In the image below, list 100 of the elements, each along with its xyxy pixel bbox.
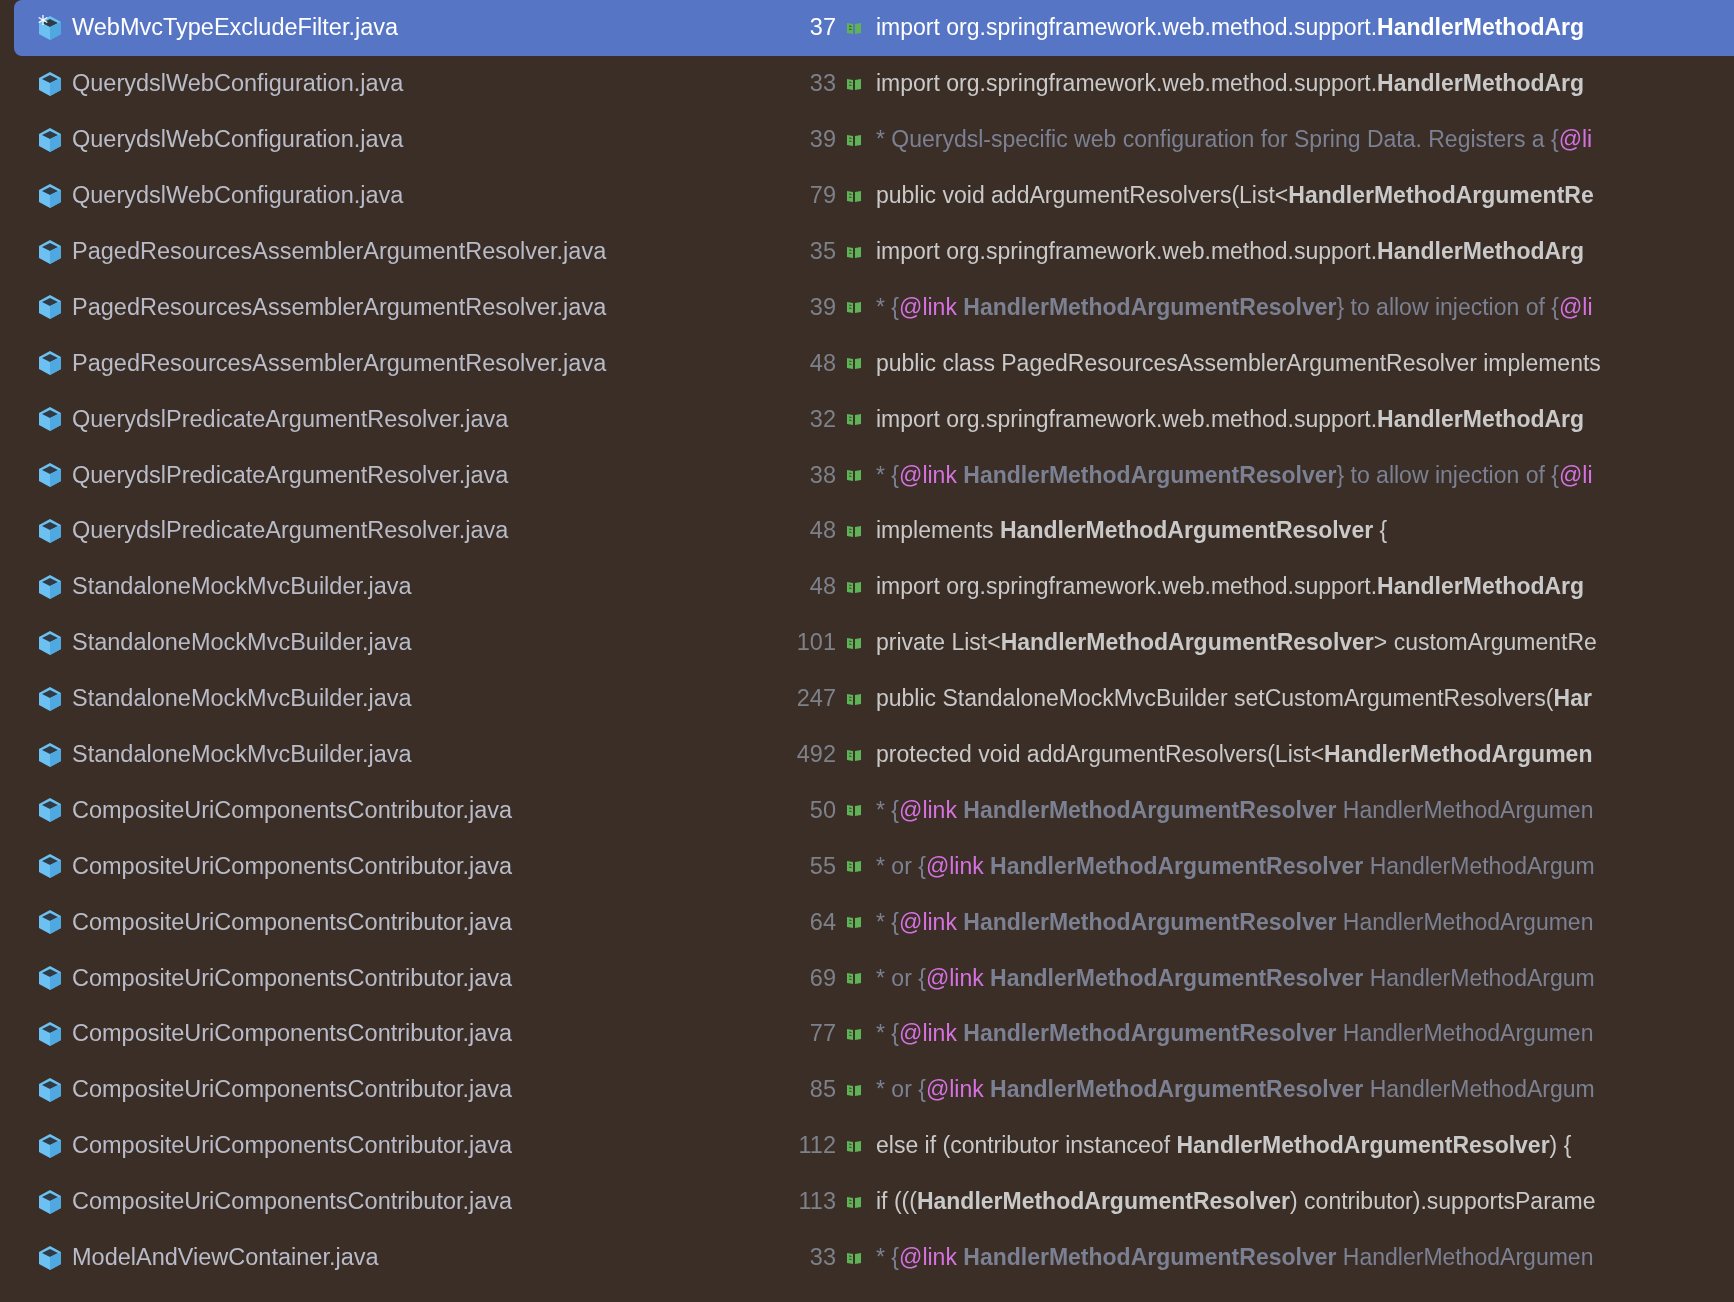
book-icon	[846, 691, 862, 706]
line-number: 101	[796, 629, 836, 657]
book-icon	[846, 356, 862, 371]
file-name: StandaloneMockMvcBuilder.java	[72, 685, 413, 713]
file-name: CompositeUriComponentsContributor.java	[72, 1132, 514, 1160]
code-line: private List<HandlerMethodArgumentResolver> customArgumentRe	[876, 629, 1597, 657]
code-line: import org.springframework.web.method.support.HandlerMethodArg	[876, 14, 1585, 42]
file-name: QuerydslWebConfiguration.java	[72, 182, 405, 210]
file-name: StandaloneMockMvcBuilder.java	[72, 741, 413, 768]
code-line: if (((HandlerMethodArgumentResolver) contributor).supportsParame	[876, 1188, 1596, 1216]
code-line: * or {@link HandlerMethodArgumentResolver HandlerMethodArgum	[876, 964, 1595, 992]
line-number: 48	[809, 349, 836, 377]
search-result-row[interactable]: CompositeUriComponentsContributor.java 69 * or {@link HandlerMethodArgumentResolver HandlerMethodArgum	[14, 950, 1734, 1007]
file-name: PagedResourcesAssemblerArgumentResolver.java	[72, 238, 608, 265]
line-number: 39	[809, 293, 836, 321]
line-number: 64	[809, 908, 836, 936]
code-line: * Querydsl-specific web configuration for Spring Data. Registers a {@li	[876, 126, 1593, 154]
line-number: 247	[796, 685, 836, 713]
search-result-row[interactable]: CompositeUriComponentsContributor.java 64 * {@link HandlerMethodArgumentResolver HandlerMethodArgumen	[14, 894, 1734, 951]
file-name: CompositeUriComponentsContributor.java	[72, 852, 514, 880]
line-number: 79	[809, 182, 836, 210]
line-number: 55	[809, 852, 836, 880]
code-line: * {@link HandlerMethodArgumentResolver} to allow injection of {@li	[876, 461, 1593, 489]
search-result-row[interactable]: ModelAndViewContainer.java 33 * {@link HandlerMethodArgumentResolver HandlerMethodArgumen	[14, 1229, 1734, 1286]
line-number: 32	[809, 405, 836, 433]
book-icon	[846, 1194, 862, 1209]
file-name: QuerydslPredicateArgumentResolver.java	[72, 517, 510, 545]
line-number: 69	[809, 964, 836, 992]
search-result-row[interactable]: CompositeUriComponentsContributor.java 77 * {@link HandlerMethodArgumentResolver HandlerMethodArgumen	[14, 1006, 1734, 1062]
line-number: 85	[809, 1076, 836, 1104]
search-result-row[interactable]: PagedResourcesAssemblerArgumentResolver.java 48 public class PagedResourcesAssemblerArgumentResolver implements	[14, 335, 1734, 392]
code-line: protected void addArgumentResolvers(List<HandlerMethodArgumen	[876, 741, 1593, 768]
code-line: implements HandlerMethodArgumentResolver {	[876, 517, 1388, 545]
code-line: import org.springframework.web.method.support.HandlerMethodArg	[876, 405, 1585, 433]
line-number: 48	[809, 573, 836, 601]
search-result-row[interactable]: CompositeUriComponentsContributor.java 85 * or {@link HandlerMethodArgumentResolver HandlerMethodArgum	[14, 1061, 1734, 1118]
search-result-row[interactable]: CompositeUriComponentsContributor.java 113 if (((HandlerMethodArgumentResolver) contributor).supportsParame	[14, 1173, 1734, 1230]
file-name: StandaloneMockMvcBuilder.java	[72, 629, 413, 657]
book-icon	[846, 20, 862, 35]
book-icon	[846, 412, 862, 427]
book-icon	[846, 244, 862, 259]
code-line: import org.springframework.web.method.support.HandlerMethodArg	[876, 70, 1585, 98]
search-result-row[interactable]: PagedResourcesAssemblerArgumentResolver.java 39 * {@link HandlerMethodArgumentResolver} to allow injection of {@li	[14, 279, 1734, 336]
search-result-row[interactable]: StandaloneMockMvcBuilder.java 48 import org.springframework.web.method.support.HandlerMethodArg	[14, 558, 1734, 615]
code-line: * or {@link HandlerMethodArgumentResolver HandlerMethodArgum	[876, 852, 1595, 880]
code-line: public void addArgumentResolvers(List<HandlerMethodArgumentRe	[876, 182, 1594, 210]
code-line: * or {@link HandlerMethodArgumentResolver HandlerMethodArgum	[876, 1076, 1595, 1104]
line-number: 492	[796, 741, 836, 768]
code-line: * {@link HandlerMethodArgumentResolver HandlerMethodArgumen	[876, 1020, 1594, 1048]
code-line: * {@link HandlerMethodArgumentResolver} to allow injection of {@li	[876, 293, 1593, 321]
line-number: 113	[798, 1188, 836, 1216]
search-result-row[interactable]: StandaloneMockMvcBuilder.java 492 protected void addArgumentResolvers(List<HandlerMethodArgumen	[14, 726, 1734, 783]
search-result-row[interactable]: CompositeUriComponentsContributor.java 55 * or {@link HandlerMethodArgumentResolver HandlerMethodArgum	[14, 838, 1734, 895]
file-name: QuerydslPredicateArgumentResolver.java	[72, 461, 510, 489]
code-line: * {@link HandlerMethodArgumentResolver HandlerMethodArgumen	[876, 908, 1594, 936]
search-result-row[interactable]: PagedResourcesAssemblerArgumentResolver.java 35 import org.springframework.web.method.support.HandlerMethodArg	[14, 223, 1734, 280]
book-icon	[846, 1082, 862, 1097]
file-name: StandaloneMockMvcBuilder.java	[72, 573, 413, 601]
book-icon	[846, 803, 862, 818]
file-name: ModelAndViewContainer.java	[72, 1244, 380, 1272]
code-line: else if (contributor instanceof HandlerMethodArgumentResolver) {	[876, 1132, 1572, 1160]
search-result-row[interactable]: QuerydslPredicateArgumentResolver.java 38 * {@link HandlerMethodArgumentResolver} to allow injection of {@li	[14, 447, 1734, 503]
file-name: CompositeUriComponentsContributor.java	[72, 908, 514, 936]
search-result-row[interactable]: QuerydslWebConfiguration.java 33 import org.springframework.web.method.support.HandlerMethodArg	[14, 55, 1734, 112]
search-result-row[interactable]: QuerydslPredicateArgumentResolver.java 32 import org.springframework.web.method.support.HandlerMethodArg	[14, 391, 1734, 448]
book-icon	[846, 635, 862, 650]
line-number: 50	[809, 796, 836, 824]
line-number: 37	[809, 14, 836, 42]
book-icon	[846, 1138, 862, 1153]
line-number: 33	[809, 70, 836, 98]
search-result-row[interactable]: QuerydslWebConfiguration.java 39 * Querydsl-specific web configuration for Spring Data. Registers a {@li	[14, 111, 1734, 168]
line-number: 77	[809, 1020, 836, 1048]
book-icon	[846, 300, 862, 315]
book-icon	[846, 859, 862, 874]
code-line: import org.springframework.web.method.support.HandlerMethodArg	[876, 573, 1585, 601]
search-result-row[interactable]: QuerydslPredicateArgumentResolver.java 48 implements HandlerMethodArgumentResolver {	[14, 503, 1734, 559]
search-result-row[interactable]: CompositeUriComponentsContributor.java 112 else if (contributor instanceof HandlerMethodArgumentResolver) {	[14, 1117, 1734, 1174]
book-icon	[846, 468, 862, 483]
file-name: CompositeUriComponentsContributor.java	[72, 1076, 514, 1104]
code-line: * {@link HandlerMethodArgumentResolver HandlerMethodArgumen	[876, 1244, 1594, 1272]
line-number: 35	[809, 238, 836, 265]
file-name: CompositeUriComponentsContributor.java	[72, 964, 514, 992]
book-icon	[846, 915, 862, 930]
book-icon	[846, 579, 862, 594]
book-icon	[846, 132, 862, 147]
line-number: 48	[809, 517, 836, 545]
search-result-row[interactable]: WebMvcTypeExcludeFilter.java 37 import org.springframework.web.method.support.HandlerMethodArg	[14, 0, 1734, 56]
search-result-row[interactable]: StandaloneMockMvcBuilder.java 101 private List<HandlerMethodArgumentResolver> customArgumentRe	[14, 614, 1734, 671]
line-number: 33	[809, 1244, 836, 1272]
book-icon	[846, 971, 862, 986]
search-result-row[interactable]: QuerydslWebConfiguration.java 79 public void addArgumentResolvers(List<HandlerMethodArgumentRe	[14, 167, 1734, 224]
search-result-row[interactable]: CompositeUriComponentsContributor.java 50 * {@link HandlerMethodArgumentResolver HandlerMethodArgumen	[14, 782, 1734, 839]
line-number: 38	[809, 461, 836, 489]
file-name: WebMvcTypeExcludeFilter.java	[72, 14, 400, 42]
file-name: QuerydslWebConfiguration.java	[72, 126, 405, 154]
code-line: public class PagedResourcesAssemblerArgumentResolver implements	[876, 349, 1601, 377]
code-line: public StandaloneMockMvcBuilder setCustomArgumentResolvers(Har	[876, 685, 1592, 713]
book-icon	[846, 76, 862, 91]
search-result-row[interactable]: StandaloneMockMvcBuilder.java 247 public StandaloneMockMvcBuilder setCustomArgumentResolvers(Har	[14, 670, 1734, 727]
book-icon	[846, 188, 862, 203]
